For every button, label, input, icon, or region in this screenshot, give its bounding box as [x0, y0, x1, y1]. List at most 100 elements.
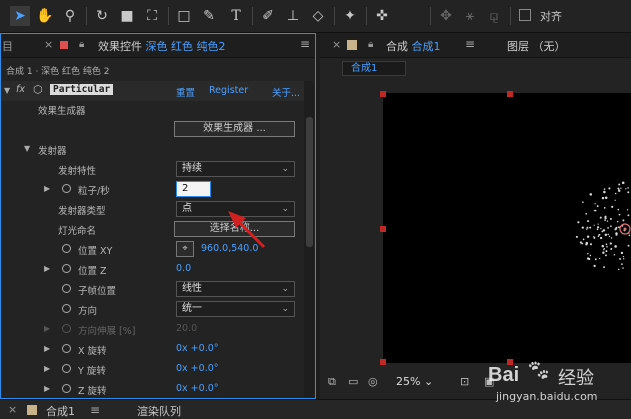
particles-per-sec-row: ▶ 粒子/秒 2 — [0, 179, 304, 199]
monitor-icon[interactable]: ▭ — [348, 375, 358, 388]
particle — [610, 248, 613, 250]
particle — [625, 188, 627, 190]
panel-menu-icon[interactable]: ≡ — [300, 37, 310, 51]
zoom-dropdown[interactable]: 25% ⌄ — [396, 375, 433, 388]
effects-scrollbar-thumb[interactable] — [306, 117, 313, 247]
stopwatch-icon[interactable] — [62, 344, 71, 353]
particle — [589, 226, 592, 229]
particle — [587, 220, 590, 223]
expand-triangle-icon[interactable]: ▼ — [4, 86, 10, 95]
zoom-icon[interactable]: ⚲ — [60, 6, 80, 26]
expand-triangle-icon[interactable]: ▶ — [44, 264, 50, 273]
stopwatch-icon[interactable] — [62, 384, 71, 393]
close-icon[interactable]: × — [8, 403, 17, 416]
expand-triangle-icon[interactable]: ▶ — [44, 344, 50, 353]
expand-triangle-icon[interactable]: ▶ — [44, 364, 50, 373]
expand-triangle-icon[interactable]: ▶ — [44, 384, 50, 393]
mask-visibility-icon[interactable]: ◎ — [368, 375, 378, 388]
selection-arrow-icon[interactable]: ➤ — [10, 6, 30, 26]
comp-subtab[interactable]: 合成1 — [342, 61, 406, 76]
effect-builder-button[interactable]: 效果生成器 ... — [174, 121, 295, 137]
particle — [593, 264, 596, 268]
axis-view-icon[interactable]: ⚼ — [484, 6, 504, 26]
hand-icon[interactable]: ✋ — [35, 6, 55, 26]
effect-controls-tab[interactable]: 效果控件 深色 红色 纯色2 — [98, 38, 226, 54]
particles-per-sec-input[interactable]: 2 — [176, 181, 211, 197]
particle — [622, 255, 625, 258]
fx-icon[interactable]: fx — [16, 84, 25, 95]
lock-icon[interactable]: 🔒︎ — [79, 39, 84, 50]
composition-tab[interactable]: 合成 合成1 — [386, 38, 441, 54]
lock-icon[interactable]: 🔒︎ — [368, 39, 373, 50]
clone-stamp-icon[interactable]: ⊥ — [283, 6, 303, 26]
light-naming-label: 灯光命名 — [58, 226, 97, 237]
stopwatch-icon[interactable] — [62, 184, 71, 193]
effect-header-row[interactable]: ▼ fx ⬡ Particular 重置 Register 关于... — [0, 81, 304, 101]
stopwatch-icon[interactable] — [62, 304, 71, 313]
emitter-behavior-dropdown[interactable]: 持续 ⌄ — [176, 161, 295, 177]
render-queue-tab[interactable]: 渲染队列 — [137, 403, 181, 419]
direction-dropdown[interactable]: 统一 ⌄ — [176, 301, 295, 317]
dropdown-value: 持续 — [182, 163, 202, 174]
type-icon[interactable]: T — [226, 6, 246, 26]
layer-handle[interactable] — [380, 359, 386, 365]
particle — [617, 208, 620, 211]
layer-tab[interactable]: 图层 （无） — [507, 38, 566, 54]
layer-handle[interactable] — [380, 226, 386, 232]
about-link[interactable]: 关于... — [272, 85, 300, 99]
always-preview-icon[interactable]: ⧉ — [328, 375, 336, 389]
watermark-brand: Bai — [488, 364, 520, 386]
stopwatch-icon[interactable] — [62, 364, 71, 373]
rectangle-icon[interactable]: □ — [174, 6, 194, 26]
fit-frame-icon[interactable]: ⊡ — [460, 375, 469, 388]
timeline-comp-tab[interactable]: 合成1 — [46, 403, 75, 419]
z-rotation-label: Z 旋转 — [78, 386, 107, 397]
emitter-type-dropdown[interactable]: 点 ⌄ — [176, 201, 295, 217]
stopwatch-icon[interactable] — [62, 284, 71, 293]
particle — [587, 252, 589, 255]
position-xy-value[interactable]: 960.0,540.0 — [201, 243, 258, 254]
pan-behind-icon[interactable]: ⛶ — [142, 6, 162, 26]
brush-icon[interactable]: ✐ — [258, 6, 278, 26]
layer-handle[interactable] — [380, 91, 386, 97]
close-icon[interactable]: × — [44, 38, 53, 51]
panel-menu-icon[interactable]: ≡ — [90, 403, 100, 417]
expand-triangle-icon[interactable]: ▶ — [44, 324, 50, 333]
subframe-position-dropdown[interactable]: 线性 ⌄ — [176, 281, 295, 297]
pen-icon[interactable]: ✎ — [199, 6, 219, 26]
point-target-icon[interactable]: ⌖ — [176, 241, 194, 257]
eraser-icon[interactable]: ◇ — [308, 6, 328, 26]
puppet-pin-icon[interactable]: ✜ — [372, 6, 392, 26]
axis-world-icon[interactable]: ⚹ — [460, 6, 480, 26]
particle — [622, 267, 624, 269]
x-rotation-value[interactable]: 0x +0.0° — [176, 343, 219, 354]
layer-color-swatch — [60, 41, 68, 49]
panel-menu-icon[interactable]: ≡ — [465, 37, 475, 51]
reset-link[interactable]: 重置 — [176, 85, 195, 99]
particle — [618, 183, 621, 186]
stopwatch-icon[interactable] — [62, 264, 71, 273]
particle — [616, 220, 619, 223]
layer-handle[interactable] — [507, 91, 513, 97]
position-z-value[interactable]: 0.0 — [176, 263, 191, 274]
axis-local-icon[interactable]: ✥ — [436, 6, 456, 26]
y-rotation-row: ▶ Y 旋转 0x +0.0° — [0, 359, 304, 379]
register-link[interactable]: Register — [209, 85, 248, 96]
choose-names-button[interactable]: 选择名称... — [174, 221, 295, 237]
camera-icon[interactable]: ■ — [117, 6, 137, 26]
emitter-type-label: 发射器类型 — [58, 206, 106, 217]
y-rotation-value[interactable]: 0x +0.0° — [176, 363, 219, 374]
expand-triangle-icon[interactable]: ▼ — [24, 144, 30, 153]
z-rotation-value[interactable]: 0x +0.0° — [176, 383, 219, 394]
roto-brush-icon[interactable]: ✦ — [340, 6, 360, 26]
snap-checkbox[interactable] — [519, 9, 531, 21]
emitter-group-row[interactable]: ▼ 发射器 — [0, 139, 304, 159]
particle — [585, 243, 588, 246]
composition-viewer[interactable] — [383, 93, 631, 363]
rotate-icon[interactable]: ↻ — [92, 6, 112, 26]
stopwatch-icon[interactable] — [62, 244, 71, 253]
close-icon[interactable]: × — [332, 38, 341, 51]
expand-triangle-icon[interactable]: ▶ — [44, 184, 50, 193]
particle — [601, 244, 605, 248]
particle — [603, 266, 606, 269]
